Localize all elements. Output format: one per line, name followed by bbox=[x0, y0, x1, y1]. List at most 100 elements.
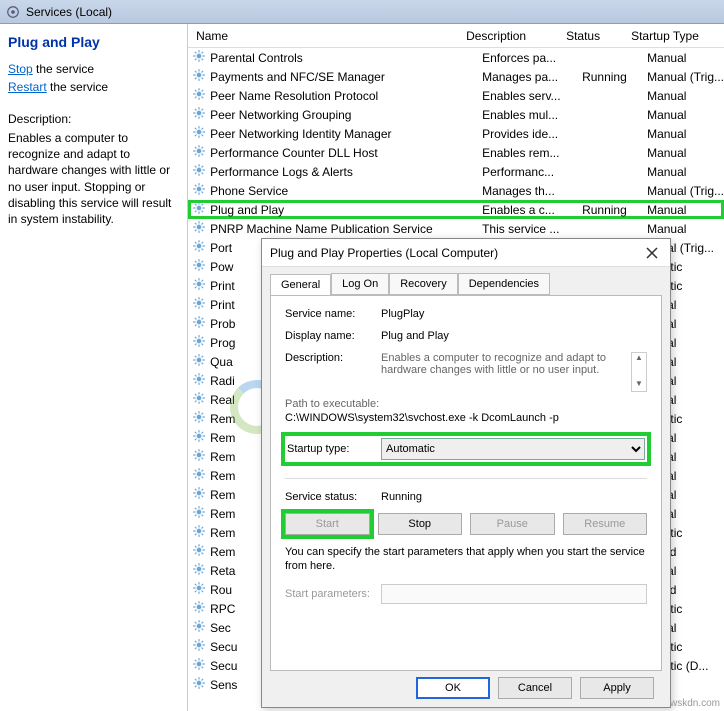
service-row[interactable]: Peer Networking GroupingEnables mul...Ma… bbox=[188, 105, 724, 124]
gear-icon bbox=[192, 68, 206, 85]
service-row[interactable]: Peer Name Resolution ProtocolEnables ser… bbox=[188, 86, 724, 105]
service-startup: Manual bbox=[647, 89, 724, 103]
startup-type-select[interactable]: Automatic bbox=[381, 438, 645, 460]
gear-icon bbox=[192, 581, 206, 598]
gear-icon bbox=[192, 391, 206, 408]
service-name: Peer Networking Grouping bbox=[210, 108, 482, 122]
service-name: Phone Service bbox=[210, 184, 482, 198]
gear-icon bbox=[192, 638, 206, 655]
tab-recovery[interactable]: Recovery bbox=[389, 273, 457, 295]
startup-type-label: Startup type: bbox=[287, 443, 381, 455]
path-value: C:\WINDOWS\system32\svchost.exe -k DcomL… bbox=[285, 412, 647, 424]
cancel-button[interactable]: Cancel bbox=[498, 677, 572, 699]
startup-type-row: Startup type: Automatic bbox=[285, 436, 647, 462]
gear-icon bbox=[192, 106, 206, 123]
window-title: Services (Local) bbox=[26, 5, 112, 19]
service-row[interactable]: Payments and NFC/SE ManagerManages pa...… bbox=[188, 67, 724, 86]
service-startup: Manual bbox=[647, 165, 724, 179]
dialog-title: Plug and Play Properties (Local Computer… bbox=[270, 246, 498, 260]
service-desc: Manages th... bbox=[482, 184, 582, 198]
service-row[interactable]: Phone ServiceManages th... Manual (Trig..… bbox=[188, 181, 724, 200]
service-startup: Manual bbox=[647, 146, 724, 160]
stop-service-link[interactable]: Stop bbox=[8, 62, 33, 76]
service-desc: Manages pa... bbox=[482, 70, 582, 84]
service-name: Performance Counter DLL Host bbox=[210, 146, 482, 160]
pause-button[interactable]: Pause bbox=[470, 513, 555, 535]
column-headers: Name Description Status Startup Type bbox=[188, 24, 724, 48]
gear-icon bbox=[192, 220, 206, 237]
description-scrollbar[interactable]: ▲ ▼ bbox=[631, 352, 647, 392]
service-name: Parental Controls bbox=[210, 51, 482, 65]
start-params-input[interactable] bbox=[381, 584, 647, 604]
resume-button[interactable]: Resume bbox=[563, 513, 648, 535]
properties-dialog: Plug and Play Properties (Local Computer… bbox=[261, 238, 671, 708]
description-text: Enables a computer to recognize and adap… bbox=[8, 130, 179, 227]
service-desc: Enforces pa... bbox=[482, 51, 582, 65]
start-params-label: Start parameters: bbox=[285, 588, 381, 600]
gear-icon bbox=[192, 600, 206, 617]
service-status-label: Service status: bbox=[285, 491, 381, 503]
tab-logon[interactable]: Log On bbox=[331, 273, 389, 295]
service-row[interactable]: Peer Networking Identity ManagerProvides… bbox=[188, 124, 724, 143]
gear-icon bbox=[192, 448, 206, 465]
gear-icon bbox=[192, 296, 206, 313]
apply-button[interactable]: Apply bbox=[580, 677, 654, 699]
gear-icon bbox=[192, 49, 206, 66]
service-row[interactable]: Performance Logs & AlertsPerformanc...Ma… bbox=[188, 162, 724, 181]
close-icon bbox=[646, 247, 658, 259]
gear-icon bbox=[192, 163, 206, 180]
service-row[interactable]: PNRP Machine Name Publication ServiceThi… bbox=[188, 219, 724, 238]
col-description[interactable]: Description bbox=[466, 29, 566, 43]
service-startup: Manual (Trig... bbox=[647, 184, 724, 198]
gear-icon bbox=[192, 410, 206, 427]
gear-icon bbox=[192, 182, 206, 199]
gear-icon bbox=[192, 619, 206, 636]
service-name: Peer Networking Identity Manager bbox=[210, 127, 482, 141]
service-desc: Enables a c... bbox=[482, 203, 582, 217]
service-name-label: Service name: bbox=[285, 308, 381, 320]
service-desc: This service ... bbox=[482, 222, 582, 236]
service-name: Peer Name Resolution Protocol bbox=[210, 89, 482, 103]
col-startup[interactable]: Startup Type bbox=[631, 29, 724, 43]
col-status[interactable]: Status bbox=[566, 29, 631, 43]
service-row[interactable]: Parental ControlsEnforces pa...Manual bbox=[188, 48, 724, 67]
gear-icon bbox=[192, 315, 206, 332]
service-desc: Provides ide... bbox=[482, 127, 582, 141]
gear-icon bbox=[192, 125, 206, 142]
gear-icon bbox=[192, 239, 206, 256]
window-titlebar: Services (Local) bbox=[0, 0, 724, 24]
service-startup: Manual bbox=[647, 222, 724, 236]
gear-icon bbox=[192, 543, 206, 560]
service-desc: Enables mul... bbox=[482, 108, 582, 122]
service-name: PNRP Machine Name Publication Service bbox=[210, 222, 482, 236]
stop-button[interactable]: Stop bbox=[378, 513, 463, 535]
tab-panel-general: Service name:PlugPlay Display name:Plug … bbox=[270, 295, 662, 671]
gear-icon bbox=[192, 486, 206, 503]
tab-general[interactable]: General bbox=[270, 274, 331, 296]
description-textarea[interactable] bbox=[381, 352, 631, 392]
gear-icon bbox=[192, 258, 206, 275]
start-button[interactable]: Start bbox=[285, 513, 370, 535]
service-desc: Enables rem... bbox=[482, 146, 582, 160]
service-name: Payments and NFC/SE Manager bbox=[210, 70, 482, 84]
gear-icon bbox=[192, 372, 206, 389]
path-label: Path to executable: bbox=[285, 398, 647, 410]
service-row[interactable]: Plug and PlayEnables a c...RunningManual bbox=[188, 200, 724, 219]
tab-dependencies[interactable]: Dependencies bbox=[458, 273, 550, 295]
gear-icon bbox=[192, 353, 206, 370]
display-name-label: Display name: bbox=[285, 330, 381, 342]
selected-service-heading: Plug and Play bbox=[8, 34, 179, 50]
gear-icon bbox=[192, 277, 206, 294]
gear-icon bbox=[192, 144, 206, 161]
gear-icon bbox=[192, 201, 206, 218]
close-button[interactable] bbox=[642, 243, 662, 263]
scroll-down-icon[interactable]: ▼ bbox=[632, 379, 646, 391]
gear-icon bbox=[192, 334, 206, 351]
ok-button[interactable]: OK bbox=[416, 677, 490, 699]
gear-icon bbox=[192, 467, 206, 484]
col-name[interactable]: Name bbox=[192, 29, 466, 43]
restart-service-link[interactable]: Restart bbox=[8, 80, 47, 94]
service-row[interactable]: Performance Counter DLL HostEnables rem.… bbox=[188, 143, 724, 162]
scroll-up-icon[interactable]: ▲ bbox=[632, 353, 646, 365]
gear-icon bbox=[192, 429, 206, 446]
